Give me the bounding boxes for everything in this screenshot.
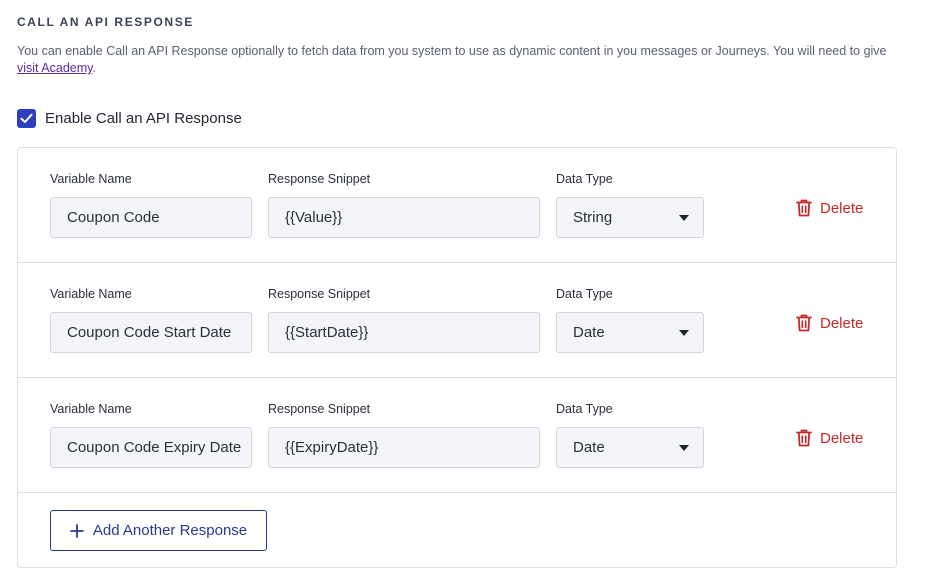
variable-name-input[interactable]: Coupon Code Expiry Date bbox=[50, 427, 252, 468]
data-type-label: Data Type bbox=[556, 172, 613, 186]
plus-icon bbox=[69, 523, 84, 538]
description-period: . bbox=[92, 61, 96, 75]
caret-down-icon bbox=[679, 329, 689, 336]
delete-label: Delete bbox=[820, 429, 864, 447]
section-description: You can enable Call an API Response opti… bbox=[17, 43, 928, 77]
delete-label: Delete bbox=[820, 199, 864, 217]
section-title: CALL AN API RESPONSE bbox=[17, 15, 194, 29]
enable-label[interactable]: Enable Call an API Response bbox=[45, 110, 242, 127]
delete-label: Delete bbox=[820, 314, 864, 332]
data-type-select[interactable]: Date bbox=[556, 312, 704, 353]
data-type-select[interactable]: String bbox=[556, 197, 704, 238]
delete-button[interactable]: Delete bbox=[796, 429, 863, 447]
description-line-2: visit Academy. bbox=[17, 60, 928, 77]
variable-name-label: Variable Name bbox=[50, 172, 132, 186]
response-snippet-label: Response Snippet bbox=[268, 287, 371, 301]
add-another-response-label: Add Another Response bbox=[92, 522, 248, 539]
add-another-response-button[interactable]: Add Another Response bbox=[50, 510, 267, 551]
response-row: Variable Name Response Snippet Data Type… bbox=[18, 263, 896, 378]
delete-button[interactable]: Delete bbox=[796, 199, 863, 217]
response-snippet-label: Response Snippet bbox=[268, 402, 371, 416]
responses-panel: Variable Name Response Snippet Data Type… bbox=[17, 147, 897, 568]
response-row: Variable Name Response Snippet Data Type… bbox=[18, 378, 896, 493]
response-snippet-label: Response Snippet bbox=[268, 172, 371, 186]
data-type-value: Date bbox=[573, 439, 605, 456]
trash-icon bbox=[796, 199, 812, 217]
response-snippet-input[interactable]: {{ExpiryDate}} bbox=[268, 427, 540, 468]
visit-academy-link[interactable]: visit Academy bbox=[17, 61, 93, 75]
checkmark-icon bbox=[20, 113, 33, 123]
add-response-area: Add Another Response bbox=[18, 493, 896, 568]
trash-icon bbox=[796, 314, 812, 332]
data-type-label: Data Type bbox=[556, 287, 613, 301]
api-response-section: CALL AN API RESPONSE You can enable Call… bbox=[0, 0, 928, 587]
response-snippet-input[interactable]: {{StartDate}} bbox=[268, 312, 540, 353]
variable-name-label: Variable Name bbox=[50, 287, 132, 301]
data-type-value: String bbox=[573, 209, 613, 226]
caret-down-icon bbox=[679, 214, 689, 221]
delete-button[interactable]: Delete bbox=[796, 314, 863, 332]
data-type-select[interactable]: Date bbox=[556, 427, 704, 468]
data-type-value: Date bbox=[573, 324, 605, 341]
caret-down-icon bbox=[679, 444, 689, 451]
enable-checkbox[interactable] bbox=[17, 109, 36, 128]
data-type-label: Data Type bbox=[556, 402, 613, 416]
variable-name-label: Variable Name bbox=[50, 402, 132, 416]
variable-name-input[interactable]: Coupon Code bbox=[50, 197, 252, 238]
enable-call-api-response-row[interactable]: Enable Call an API Response bbox=[17, 109, 242, 128]
trash-icon bbox=[796, 429, 812, 447]
response-snippet-input[interactable]: {{Value}} bbox=[268, 197, 540, 238]
description-text: You can enable Call an API Response opti… bbox=[17, 44, 887, 58]
variable-name-input[interactable]: Coupon Code Start Date bbox=[50, 312, 252, 353]
response-row: Variable Name Response Snippet Data Type… bbox=[18, 148, 896, 263]
